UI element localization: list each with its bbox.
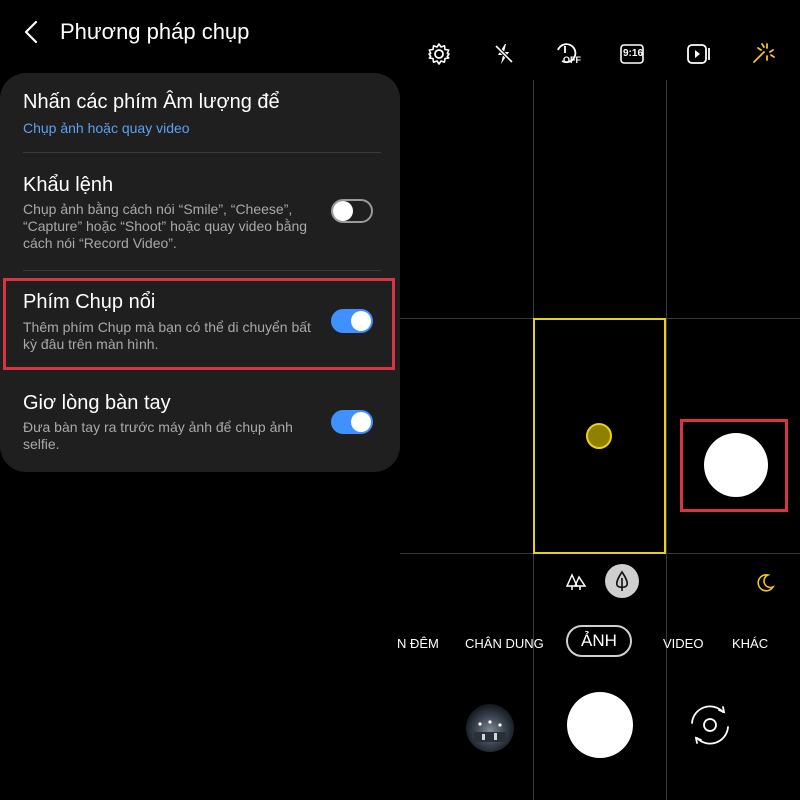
palm-gesture-setting[interactable]: Giơ lòng bàn tay Đưa bàn tay ra trước má…: [0, 385, 400, 465]
voice-command-description: Chụp ảnh bằng cách nói “Smile”, “Cheese”…: [23, 201, 308, 251]
voice-command-toggle[interactable]: [331, 199, 373, 223]
switch-camera-icon[interactable]: [683, 698, 737, 752]
palm-gesture-title: Giơ lòng bàn tay: [23, 392, 171, 414]
voice-command-setting[interactable]: Khẩu lệnh Chụp ảnh bằng cách nói “Smile”…: [0, 161, 400, 261]
aspect-ratio-label: 9:16: [623, 48, 644, 59]
volume-keys-title: Nhấn các phím Âm lượng để: [23, 91, 280, 113]
mode-portrait[interactable]: CHÂN DUNG: [465, 636, 544, 651]
mode-photo-selected[interactable]: ẢNH: [566, 625, 632, 657]
palm-gesture-description: Đưa bàn tay ra trước máy ảnh để chụp ảnh…: [23, 419, 293, 452]
shutter-button[interactable]: [567, 692, 633, 758]
gallery-thumbnail[interactable]: [466, 704, 514, 752]
timer-off-label: OFF: [563, 55, 581, 65]
mode-night[interactable]: N ĐÊM: [397, 636, 439, 651]
page-title: Phương pháp chụp: [60, 19, 250, 44]
mode-video[interactable]: VIDEO: [663, 636, 703, 651]
tree-icon: [615, 570, 629, 591]
divider: [23, 270, 381, 271]
voice-command-title: Khẩu lệnh: [23, 174, 114, 196]
grid-line: [666, 80, 667, 800]
standard-lens-button[interactable]: [605, 564, 639, 598]
settings-header: Phương pháp chụp: [0, 0, 400, 66]
palm-gesture-toggle[interactable]: [331, 410, 373, 434]
gear-icon[interactable]: [425, 40, 453, 68]
motion-photo-icon[interactable]: [684, 40, 712, 68]
floating-shutter-button[interactable]: [704, 433, 768, 497]
settings-card: Nhấn các phím Âm lượng để Chụp ảnh hoặc …: [0, 73, 400, 472]
mode-more[interactable]: KHÁC: [732, 636, 768, 651]
volume-keys-setting[interactable]: Nhấn các phím Âm lượng để Chụp ảnh hoặc …: [0, 87, 400, 153]
divider: [23, 152, 381, 153]
aspect-ratio-icon[interactable]: 9:16: [619, 40, 645, 68]
focus-point[interactable]: [586, 423, 612, 449]
volume-keys-value: Chụp ảnh hoặc quay video: [23, 120, 190, 136]
wide-lens-trees-icon[interactable]: [564, 570, 588, 594]
highlight-frame: [3, 278, 395, 370]
night-moon-icon[interactable]: [754, 572, 776, 594]
flash-off-icon[interactable]: [490, 40, 518, 68]
timer-off-icon[interactable]: OFF: [553, 40, 585, 68]
filter-sparkle-icon[interactable]: [748, 40, 776, 68]
back-arrow-icon[interactable]: [18, 18, 46, 46]
